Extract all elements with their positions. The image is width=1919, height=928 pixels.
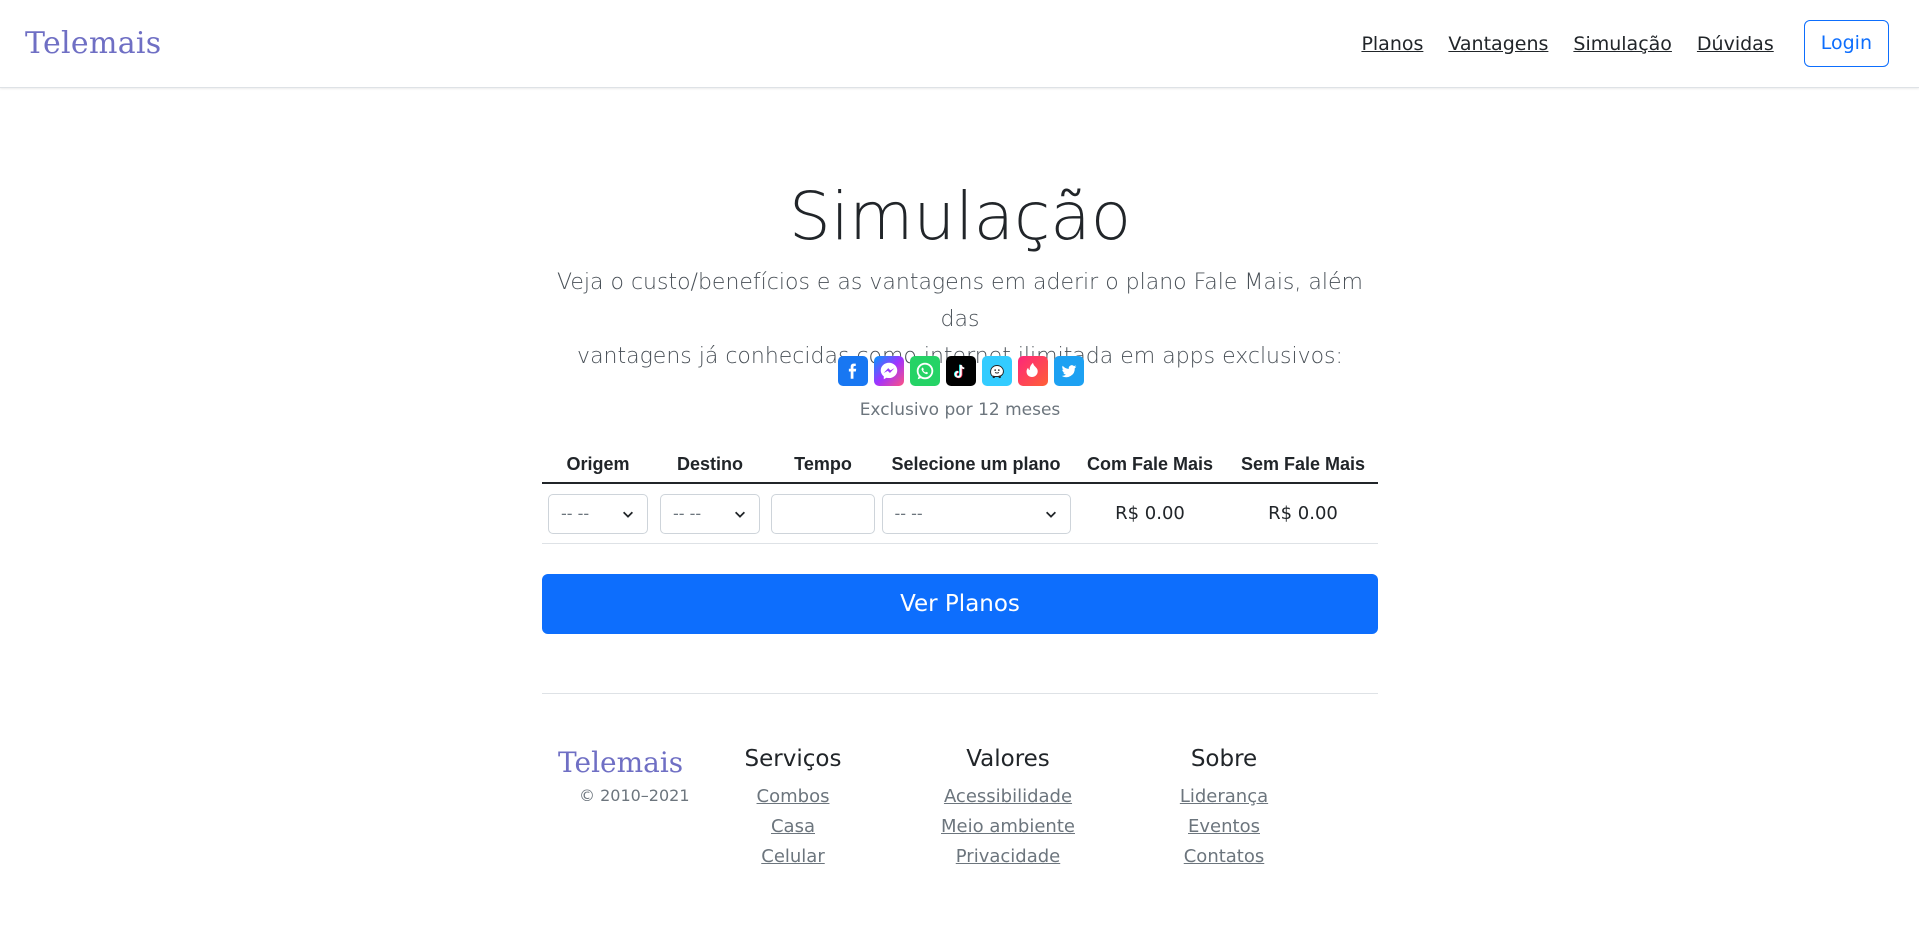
footer-link-eventos[interactable]: Eventos [1134, 812, 1314, 842]
page-title: Simulação [788, 178, 1132, 255]
header-com-fale-mais: Com Fale Mais [1086, 453, 1214, 474]
header-plano: Selecione um plano [891, 453, 1061, 474]
ver-planos-button[interactable]: Ver Planos [542, 574, 1378, 634]
cell-tempo [766, 493, 880, 534]
table-header: Origem Destino Tempo Selecione um plano … [542, 446, 1378, 484]
main-nav: Planos Vantagens Simulação Dúvidas Login [1336, 20, 1889, 67]
footer-heading-valores: Valores [966, 746, 1050, 772]
header-sem-fale-mais: Sem Fale Mais [1240, 453, 1366, 474]
chevron-down-icon [735, 511, 745, 518]
tinder-icon [1018, 356, 1048, 386]
messenger-icon [874, 356, 904, 386]
nav-link-duvidas[interactable]: Dúvidas [1697, 33, 1774, 55]
footer-link-meio-ambiente[interactable]: Meio ambiente [918, 812, 1098, 842]
header-tempo: Tempo [794, 453, 852, 474]
exclusive-apps [838, 356, 1084, 386]
cell-com-fale-mais: R$ 0.00 [1072, 503, 1228, 524]
destino-select-value: -- -- [673, 504, 702, 523]
footer-heading-sobre: Sobre [1190, 746, 1258, 772]
brand-logo[interactable]: Telemais [25, 26, 162, 61]
destino-select[interactable]: -- -- [660, 493, 760, 534]
tiktok-icon [946, 356, 976, 386]
footer-divider [542, 693, 1378, 694]
facebook-icon [838, 356, 868, 386]
footer-link-contatos[interactable]: Contatos [1134, 842, 1314, 872]
cell-sem-fale-mais: R$ 0.00 [1228, 503, 1378, 524]
footer-link-acessibilidade[interactable]: Acessibilidade [918, 782, 1098, 812]
login-button[interactable]: Login [1803, 20, 1889, 67]
chevron-down-icon [1045, 511, 1056, 518]
header-origem: Origem [566, 453, 630, 474]
cell-destino: -- -- [654, 493, 766, 534]
plano-select-value: -- -- [894, 504, 923, 523]
footer-copyright: © 2010–2021 [579, 786, 690, 805]
com-fale-mais-value: R$ 0.00 [1115, 503, 1185, 524]
footer-link-casa[interactable]: Casa [703, 812, 883, 842]
cell-plano: -- -- [880, 493, 1072, 534]
top-navbar: Telemais Planos Vantagens Simulação Dúvi… [0, 0, 1919, 88]
whatsapp-icon [910, 356, 940, 386]
nav-link-vantagens[interactable]: Vantagens [1448, 33, 1548, 55]
nav-link-simulacao[interactable]: Simulação [1573, 33, 1672, 55]
table-row: -- -- -- -- -- -- R$ 0.00 R$ 0.00 [542, 484, 1378, 544]
chevron-down-icon [623, 511, 633, 518]
header-destino: Destino [676, 453, 743, 474]
footer-link-celular[interactable]: Celular [703, 842, 883, 872]
sem-fale-mais-value: R$ 0.00 [1268, 503, 1338, 524]
cell-origem: -- -- [542, 493, 654, 534]
exclusive-note: Exclusivo por 12 meses [859, 400, 1061, 420]
lead-line-1: Veja o custo/benefícios e as vantagens e… [557, 270, 1363, 332]
footer-heading-servicos: Serviços [744, 746, 842, 772]
waze-icon [982, 356, 1012, 386]
footer-brand-logo[interactable]: Telemais [558, 746, 683, 779]
footer-link-combos[interactable]: Combos [703, 782, 883, 812]
twitter-icon [1054, 356, 1084, 386]
footer-link-lideranca[interactable]: Liderança [1134, 782, 1314, 812]
tempo-input[interactable] [771, 493, 875, 534]
origem-select[interactable]: -- -- [548, 493, 648, 534]
footer-column-valores: Valores Acessibilidade Meio ambiente Pri… [918, 746, 1098, 872]
footer-column-sobre: Sobre Liderança Eventos Contatos [1134, 746, 1314, 872]
origem-select-value: -- -- [561, 504, 590, 523]
plano-select[interactable]: -- -- [881, 493, 1071, 534]
nav-link-planos[interactable]: Planos [1361, 33, 1423, 55]
simulation-table: Origem Destino Tempo Selecione um plano … [542, 446, 1378, 544]
footer-column-servicos: Serviços Combos Casa Celular [703, 746, 883, 872]
footer-link-privacidade[interactable]: Privacidade [918, 842, 1098, 872]
